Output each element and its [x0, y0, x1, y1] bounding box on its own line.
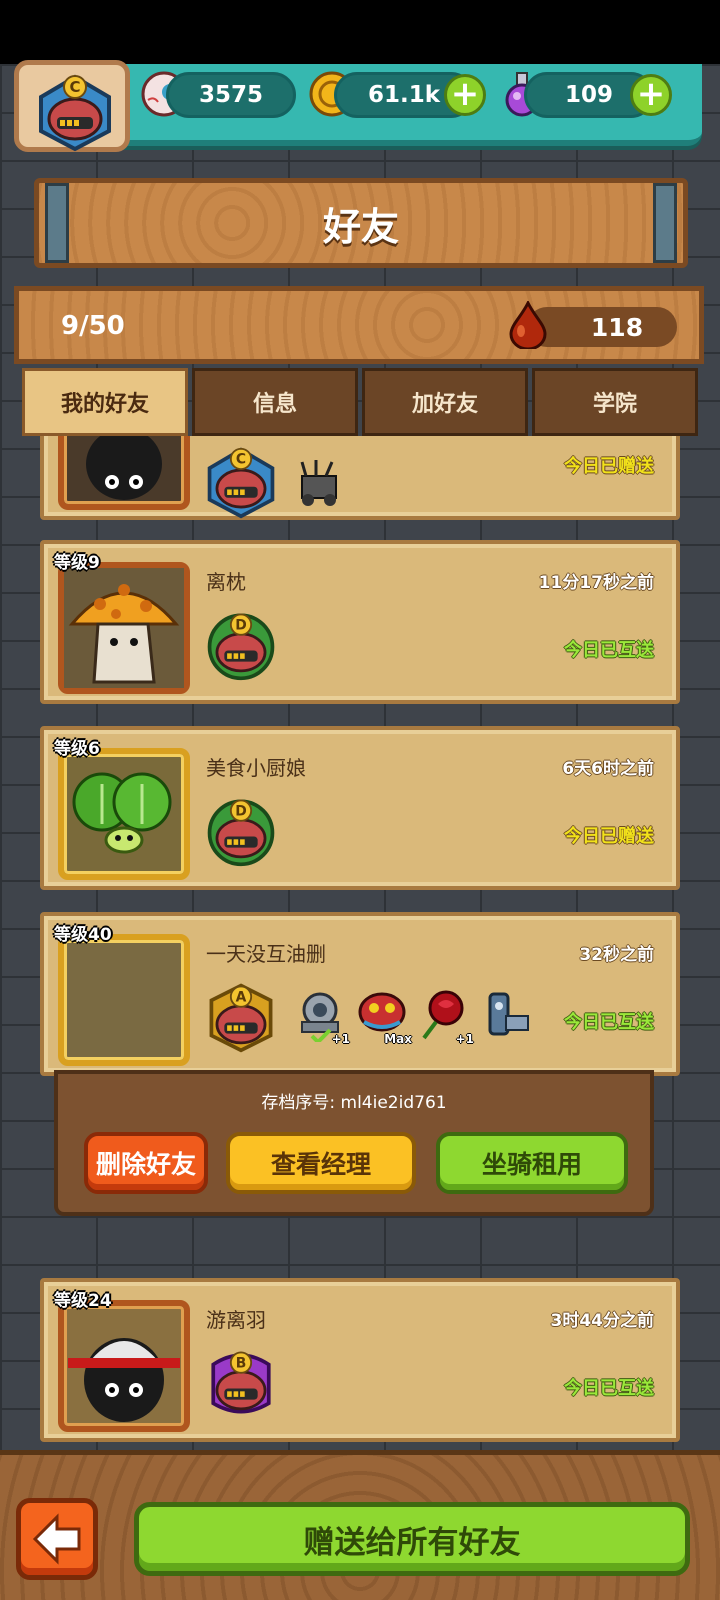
friend-name: 美食小厨娘	[206, 756, 306, 780]
friend-level: 等级9	[54, 553, 100, 573]
save-id-label: 存档序号: ml4ie2id761	[261, 1093, 447, 1113]
friend-rank-letter: A	[236, 989, 247, 1005]
friend-card[interactable]: 等级9 离枕 11分17秒之前 D 今日已互送	[40, 540, 680, 704]
friend-portrait	[58, 1300, 190, 1432]
friend-rank-badge: B	[204, 1346, 278, 1424]
friend-action-panel: 存档序号: ml4ie2id761 删除好友 查看经理 坐骑租用	[54, 1070, 654, 1216]
coins-value: 61.1k	[367, 82, 441, 108]
friend-portrait	[58, 436, 190, 510]
title-banner: 好友	[34, 178, 688, 268]
friend-gift-status: 今日已互送	[564, 640, 654, 661]
add-potions-button[interactable]: +	[630, 74, 672, 116]
eyes-counter: 3575	[166, 72, 296, 118]
tab-messages[interactable]: 信息	[192, 368, 358, 436]
friend-level: 等级6	[54, 739, 100, 759]
gift-all-label: 赠送给所有好友	[303, 1524, 521, 1561]
friend-portrait	[58, 562, 190, 694]
friend-rank-badge: C	[204, 446, 278, 524]
blood-drop-value: 118	[590, 312, 644, 342]
diving-suit-gear-icon: +1	[292, 986, 350, 1046]
friend-gear-list	[292, 456, 348, 512]
friend-level: 等级24	[54, 1291, 112, 1311]
friend-rank-letter: C	[236, 452, 246, 468]
friend-card[interactable]: C 今日已赠送	[40, 436, 680, 520]
tab-bar: 我的好友 信息 加好友 学院	[22, 368, 702, 436]
blood-drop-icon	[507, 299, 549, 351]
friend-level: 等级40	[54, 925, 112, 945]
friend-gift-status: 今日已互送	[564, 1378, 654, 1399]
gift-all-button[interactable]: 赠送给所有好友	[134, 1502, 690, 1576]
friend-gift-status: 今日已赠送	[564, 456, 654, 477]
blood-drop-counter: 118	[527, 307, 677, 347]
potions-value: 109	[564, 82, 613, 108]
friend-portrait	[58, 934, 190, 1066]
friend-card-selected[interactable]: 等级40 一天没互油删 32秒之前 A +1 Max +1 今日已互送	[40, 912, 680, 1076]
player-avatar[interactable]: C	[14, 60, 130, 152]
mount-rental-button[interactable]: 坐骑租用	[436, 1132, 628, 1194]
friend-last-active: 3时44分之前	[550, 1311, 655, 1331]
friend-count: 9/50	[61, 311, 125, 341]
friends-list[interactable]: C 今日已赠送 等级9 离枕 11分17秒之前 D 今日已互送 等级6 美食小厨…	[0, 436, 720, 1446]
player-rank-badge: C	[35, 73, 115, 157]
status-bar	[0, 0, 720, 64]
gear-upgrade-tag: +1	[331, 1032, 350, 1046]
friend-rank-badge: A	[204, 980, 278, 1058]
page-title: 好友	[322, 204, 399, 249]
friend-last-active: 6天6时之前	[562, 759, 654, 779]
tab-add-friend[interactable]: 加好友	[362, 368, 528, 436]
friend-card[interactable]: 等级6 美食小厨娘 6天6时之前 D 今日已赠送	[40, 726, 680, 890]
add-coins-button[interactable]: +	[444, 74, 486, 116]
banner-bolt-left	[45, 183, 69, 263]
friend-card[interactable]: 等级24 游离羽 3时44分之前 B 今日已互送	[40, 1278, 680, 1442]
tab-academy[interactable]: 学院	[532, 368, 698, 436]
back-button[interactable]	[16, 1498, 98, 1580]
friend-portrait	[58, 748, 190, 880]
mech-arm-gear-icon	[478, 986, 534, 1042]
friend-rank-badge: D	[204, 608, 278, 686]
friend-name: 离枕	[206, 570, 246, 594]
friend-gear-list: +1 Max +1	[292, 986, 534, 1046]
friend-name: 一天没互油删	[206, 942, 326, 966]
rose-gear-icon: +1	[416, 986, 474, 1046]
view-manager-button[interactable]: 查看经理	[226, 1132, 416, 1194]
friend-name: 游离羽	[206, 1308, 266, 1332]
friend-rank-badge: D	[204, 794, 278, 872]
eyes-value: 3575	[198, 82, 263, 108]
back-arrow-icon	[32, 1513, 81, 1565]
friend-gift-status: 今日已赠送	[564, 826, 654, 847]
friend-gift-status: 今日已互送	[564, 1012, 654, 1033]
friend-info-board: 9/50 118	[14, 286, 704, 364]
robot-gear-icon	[292, 456, 348, 512]
friend-last-active: 32秒之前	[579, 945, 654, 965]
dragon-mask-gear-icon: Max	[354, 986, 412, 1046]
gear-upgrade-tag: Max	[384, 1032, 412, 1046]
tab-my-friends[interactable]: 我的好友	[22, 368, 188, 436]
friend-rank-letter: D	[235, 617, 247, 633]
player-rank-letter: C	[69, 78, 80, 96]
friend-rank-letter: B	[236, 1355, 247, 1371]
banner-bolt-right	[653, 183, 677, 263]
delete-friend-button[interactable]: 删除好友	[84, 1132, 208, 1194]
friend-last-active: 11分17秒之前	[538, 573, 654, 593]
gear-upgrade-tag: +1	[455, 1032, 474, 1046]
friend-rank-letter: D	[235, 803, 247, 819]
